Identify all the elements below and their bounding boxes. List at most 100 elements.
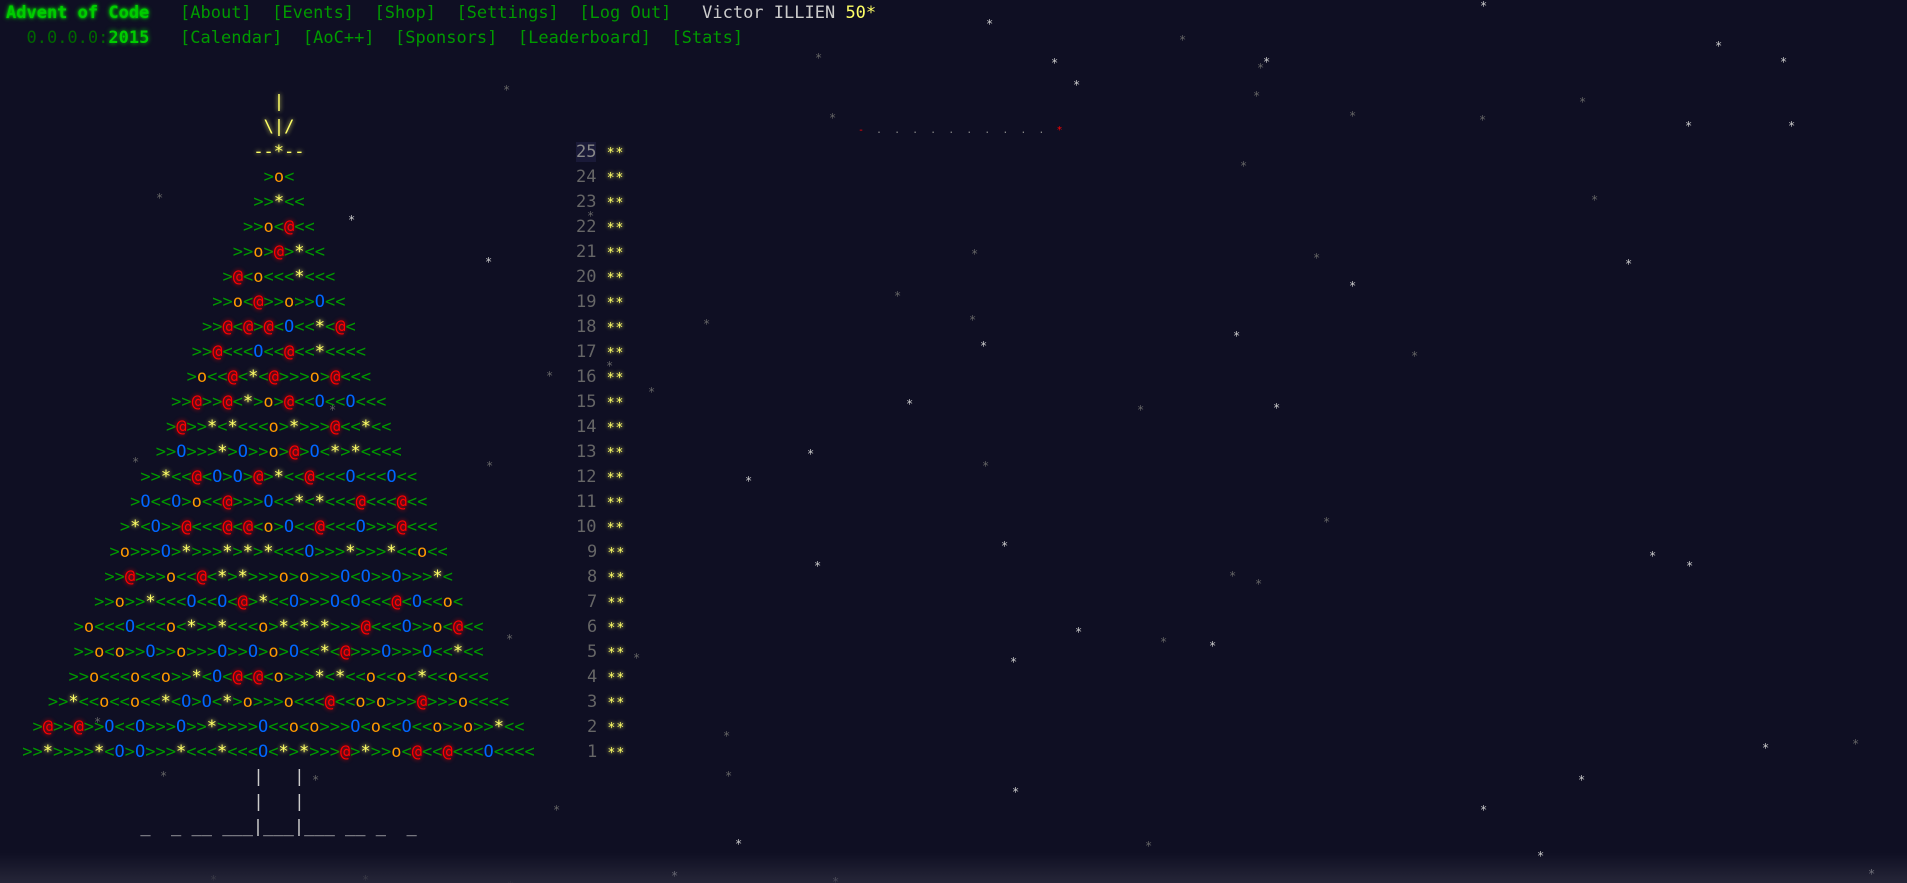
snowflake-icon: *: [1233, 329, 1241, 343]
day-stars-icon: **: [606, 196, 625, 211]
nav-stats-link[interactable]: [Stats]: [671, 28, 743, 48]
calendar-day-11[interactable]: 11 **: [576, 490, 624, 516]
tree-row: >o>>>O>*>>>*>*>*<<<O>>>*>>>*<<o<<: [109, 542, 448, 562]
tree-row: >*<O>>@<<<@<@<o>O<<@<<<O>>>@<<<: [119, 517, 438, 537]
snowflake-icon: *: [1051, 56, 1059, 70]
nav-shop-link[interactable]: [Shop]: [375, 3, 436, 23]
tree-trunk: | |: [253, 767, 305, 787]
snowflake-icon: *: [1073, 78, 1081, 92]
calendar-day-20[interactable]: 20 **: [576, 265, 624, 291]
tree-row: >>o<<<o<<o>>*<O<@<@<o>>>*<*<<o<<o<*<<o<<…: [68, 667, 489, 687]
snowflake-icon: *: [986, 17, 994, 31]
snowflake-icon: *: [1479, 113, 1487, 127]
snowflake-icon: *: [735, 837, 743, 851]
day-number: 5: [587, 642, 598, 662]
calendar-day-8[interactable]: 8 **: [587, 565, 625, 591]
snowflake-icon: *: [1240, 159, 1248, 173]
snowflake-icon: *: [1649, 549, 1657, 563]
tree-row: >o<<<O<<<o<*>>*<<<o>*<*>*>>>@<<<O>>o<@<<: [73, 617, 484, 637]
snowflake-icon: *: [486, 459, 494, 473]
calendar-day-6[interactable]: 6 **: [587, 615, 625, 641]
calendar-day-17[interactable]: 17 **: [576, 340, 624, 366]
snowflake-icon: *: [1762, 741, 1770, 755]
calendar-day-21[interactable]: 21 **: [576, 240, 624, 266]
nav-about-link[interactable]: [About]: [180, 3, 252, 23]
snowflake-icon: *: [1160, 635, 1168, 649]
calendar-day-24[interactable]: 24 **: [576, 165, 624, 191]
snowflake-icon: *: [1780, 55, 1788, 69]
calendar-day-16[interactable]: 16 **: [576, 365, 624, 391]
snowflake-icon: *: [1229, 569, 1237, 583]
site-title-link[interactable]: Advent of Code: [6, 3, 149, 23]
snowflake-icon: *: [1579, 95, 1587, 109]
snowflake-icon: *: [1010, 655, 1018, 669]
tree-row: >O<<O>o<<@>>>O<<*<*<<<@<<<@<<: [130, 492, 428, 512]
snowflake-icon: *: [1591, 193, 1599, 207]
calendar-day-1[interactable]: 1 **: [587, 740, 625, 766]
tree-row: >>*>>>>*<O>O>>>*<<<*<<<O<*>*>>>@>*>>o<@<…: [22, 742, 535, 762]
calendar-day-2[interactable]: 2 **: [587, 715, 625, 741]
nav-settings-link[interactable]: [Settings]: [456, 3, 558, 23]
day-stars-icon: **: [607, 546, 626, 561]
tree-top-line: \|/: [263, 117, 295, 137]
day-number: 22: [576, 217, 597, 237]
nav-aocpp-link[interactable]: [AoC++]: [303, 28, 375, 48]
event-ip-prefix: 0.0.0.0:: [26, 28, 109, 48]
snowflake-icon: *: [1253, 89, 1261, 103]
calendar-day-18[interactable]: 18 **: [576, 315, 624, 341]
day-stars-icon: **: [606, 446, 625, 461]
nav-logout-link[interactable]: [Log Out]: [579, 3, 671, 23]
snowflake-icon: *: [971, 247, 979, 261]
day-stars-icon: **: [606, 171, 625, 186]
day-stars-icon: **: [606, 521, 625, 536]
nav-calendar-link[interactable]: [Calendar]: [180, 28, 282, 48]
snowflake-icon: *: [503, 83, 511, 97]
calendar-day-4[interactable]: 4 **: [587, 665, 625, 691]
nav-sponsors-link[interactable]: [Sponsors]: [395, 28, 497, 48]
snowflake-icon: *: [1349, 279, 1357, 293]
tree-row: >@>>*<*<<<o>*>>>@<<*<<: [166, 417, 392, 437]
day-number: 20: [576, 267, 597, 287]
calendar-day-7[interactable]: 7 **: [587, 590, 625, 616]
calendar-day-22[interactable]: 22 **: [576, 215, 624, 241]
calendar-day-10[interactable]: 10 **: [576, 515, 624, 541]
event-year[interactable]: 2015: [108, 28, 149, 48]
user-star-count: 50*: [845, 3, 877, 23]
tree-row: >>o>@>*<<: [232, 242, 326, 262]
snowflake-icon: *: [1349, 109, 1357, 123]
calendar-day-9[interactable]: 9 **: [587, 540, 625, 566]
tree-top-line: --*--: [253, 142, 305, 162]
calendar-day-23[interactable]: 23 **: [576, 190, 624, 216]
day-stars-icon: **: [606, 496, 625, 511]
calendar-day-13[interactable]: 13 **: [576, 440, 624, 466]
snowflake-icon: *: [506, 632, 514, 646]
nav-leaderboard-link[interactable]: [Leaderboard]: [518, 28, 651, 48]
day-number: 25: [576, 142, 597, 162]
day-stars-icon: **: [606, 146, 625, 161]
tree-row: >>*<<o<<o<<*<O>O<*>o>>>o<<<@<<o>o>>>@>>>…: [47, 692, 510, 712]
calendar-day-14[interactable]: 14 **: [576, 415, 624, 441]
nav-events-link[interactable]: [Events]: [272, 3, 354, 23]
day-number: 2: [587, 717, 598, 737]
snowflake-icon: *: [894, 289, 902, 303]
day-stars-icon: **: [606, 221, 625, 236]
day-stars-icon: **: [607, 721, 626, 736]
day-number: 11: [576, 492, 597, 512]
snowflake-icon: *: [1012, 785, 1020, 799]
day-stars-icon: **: [607, 621, 626, 636]
calendar-day-19[interactable]: 19 **: [576, 290, 624, 316]
calendar-day-3[interactable]: 3 **: [587, 690, 625, 716]
snowflake-icon: *: [1313, 251, 1321, 265]
calendar-day-15[interactable]: 15 **: [576, 390, 624, 416]
calendar-day-12[interactable]: 12 **: [576, 465, 624, 491]
day-stars-icon: **: [607, 746, 626, 761]
snowflake-icon: *: [723, 729, 731, 743]
snowflake-icon: *: [982, 459, 990, 473]
tree-row: >o<: [263, 167, 295, 187]
tree-row: >>@<@>@<O<<*<@<: [201, 317, 356, 337]
snowflake-icon: *: [348, 213, 356, 227]
calendar-day-5[interactable]: 5 **: [587, 640, 625, 666]
tree-row: >>O>>>*>O>>o>@>O<*>*<<<<: [155, 442, 402, 462]
day-number: 10: [576, 517, 597, 537]
calendar-day-25[interactable]: 25 **: [576, 140, 624, 166]
